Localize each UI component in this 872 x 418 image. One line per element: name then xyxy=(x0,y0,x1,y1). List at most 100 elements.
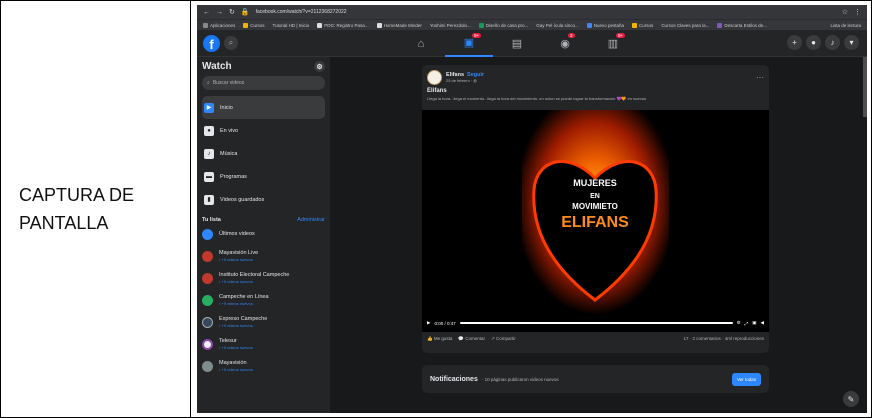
facebook-logo-icon[interactable]: f xyxy=(203,34,220,52)
search-icon[interactable]: ⌕ xyxy=(224,36,238,50)
bookmark-item[interactable]: Descarta Estilos de... xyxy=(717,22,767,28)
bookmark-item[interactable]: Cursos Claves para la... xyxy=(661,23,709,28)
sidebar-item-programas[interactable]: ▬ Programas xyxy=(202,165,325,188)
address-bar[interactable]: facebook.com/watch/?v=2112368272022 xyxy=(256,9,836,15)
pip-icon[interactable]: ▣ xyxy=(752,320,756,326)
caption-text: CAPTURA DE PANTALLA xyxy=(19,185,135,233)
post-date: 25 de febrero · ◍ xyxy=(446,78,477,83)
search-videos-input[interactable]: ⌕ Buscar videos xyxy=(202,76,325,90)
notification-badge: 9+ xyxy=(616,33,626,38)
bookmark-icon xyxy=(632,22,638,28)
bookmark-item[interactable]: Nuevo pestaña xyxy=(586,22,624,28)
manage-link[interactable]: Administrar xyxy=(297,217,325,223)
bookmark-item[interactable]: Diseño de casa pro... xyxy=(478,22,528,28)
play-icon[interactable]: ▶ xyxy=(427,320,430,326)
sidebar-item-inicio[interactable]: ▶ Inicio xyxy=(202,96,325,119)
sidebar-item-guardados[interactable]: ▮ Videos guardados xyxy=(202,188,325,211)
bookmark-item[interactable]: Aplicaciones xyxy=(203,22,235,28)
video-text-line1: MUJERES xyxy=(573,178,617,188)
comment-button[interactable]: 💬 Comentar xyxy=(458,336,485,342)
extensions-icon[interactable]: ⋮ xyxy=(854,8,861,16)
post-stats: 17 · 2 comentarios · 4ml reproducciones xyxy=(683,336,764,341)
caption-cell: CAPTURA DE PANTALLA xyxy=(1,1,191,417)
tab-gaming[interactable]: ▥ 9+ xyxy=(589,30,637,57)
main-nav: ⌂ ▣ 9+ ▤ ◉ 3 ▥ 9+ xyxy=(397,30,637,57)
post-title: Elifans xyxy=(427,88,447,94)
more-options-icon[interactable]: ··· xyxy=(756,73,764,82)
shows-icon: ▬ xyxy=(204,171,214,182)
notifications-card: Notificaciones · 10 páginas publicaron v… xyxy=(422,365,769,393)
fullscreen-icon[interactable]: ⤢ xyxy=(745,321,749,326)
gear-icon[interactable]: ⚙ xyxy=(737,320,741,326)
post-footer: 👍 Me gusta 💬 Comentar ↗ Compartir 17 · 2… xyxy=(427,336,764,342)
seek-bar[interactable] xyxy=(459,322,733,324)
reload-icon[interactable]: ↻ xyxy=(229,8,235,16)
forward-icon[interactable]: → xyxy=(216,9,223,16)
tab-marketplace[interactable]: ▤ xyxy=(493,30,541,57)
list-item[interactable]: Mayavisión Live • +9 videos nuevos xyxy=(202,245,325,267)
post-text: Llega la hora.. llega el momento.. llega… xyxy=(427,96,646,101)
star-icon[interactable]: ☆ xyxy=(842,8,848,16)
bookmark-icon xyxy=(243,22,249,28)
sidebar-item-en-vivo[interactable]: ● En vivo xyxy=(202,119,325,142)
bookmark-item[interactable]: HomeMade Minder xyxy=(376,22,422,28)
video-player[interactable]: MUJERES EN MOVIMIETO ELIFANS ▶ 0:00 / 0:… xyxy=(422,110,769,332)
document-table: CAPTURA DE PANTALLA ← → ↻ 🔒 facebook.com… xyxy=(0,0,872,418)
tab-groups[interactable]: ◉ 3 xyxy=(541,30,589,57)
chevron-down-icon[interactable]: ▾ xyxy=(844,35,859,50)
see-all-button[interactable]: Ver todas xyxy=(731,372,761,386)
video-post: Elifans Seguir 25 de febrero · ◍ ··· Elif… xyxy=(422,65,769,353)
bookmark-item[interactable]: Tutorial HD | Inicio xyxy=(273,23,310,28)
bookmark-icon xyxy=(717,22,723,28)
list-item[interactable]: Expreso Campeche • +9 videos nuevos xyxy=(202,311,325,333)
facebook-watch-screenshot: ← → ↻ 🔒 facebook.com/watch/?v=2112368272… xyxy=(197,5,867,413)
messenger-icon[interactable]: ● xyxy=(806,35,821,50)
post-header: Elifans Seguir 25 de febrero · ◍ ··· xyxy=(422,65,769,85)
play-icon: ▶ xyxy=(204,102,214,113)
bookmark-item[interactable]: Yoshimi Perezdolo... xyxy=(430,23,471,28)
browser-toolbar: ← → ↻ 🔒 facebook.com/watch/?v=2112368272… xyxy=(197,5,867,19)
create-icon[interactable]: + xyxy=(787,35,802,50)
avatar[interactable] xyxy=(427,70,442,85)
bookmarks-bar: Aplicaciones Cursos Tutorial HD | Inicio… xyxy=(197,19,867,30)
video-text-line3: MOVIMIETO xyxy=(572,202,618,211)
notifications-desc: · 10 páginas publicaron videos nuevos xyxy=(481,376,559,382)
list-item[interactable]: Instituto Electoral Campeche • +9 videos … xyxy=(202,267,325,289)
video-frame: MUJERES EN MOVIMIETO ELIFANS xyxy=(522,110,669,315)
edit-icon[interactable]: ✎ xyxy=(843,391,859,407)
sidebar-title: Watch xyxy=(202,61,232,72)
list-item[interactable]: Campeche en Línea • +9 videos nuevos xyxy=(202,289,325,311)
back-icon[interactable]: ← xyxy=(203,9,210,16)
like-button[interactable]: 👍 Me gusta xyxy=(427,336,452,342)
gear-icon[interactable]: ⚙ xyxy=(314,61,325,72)
facebook-header: f ⌕ ⌂ ▣ 9+ ▤ ◉ 3 ▥ 9+ + ● ♪ ▾ xyxy=(197,30,867,57)
notifications-title: Notificaciones xyxy=(430,375,478,383)
reading-list[interactable]: Lista de lectura xyxy=(830,23,861,28)
notification-badge: 3 xyxy=(568,33,575,38)
lock-icon: 🔒 xyxy=(240,9,250,16)
volume-icon[interactable]: ◀ xyxy=(761,320,764,326)
bookmark-item[interactable]: PDG: Registro Pasa... xyxy=(317,22,369,28)
screenshot-cell: ← → ↻ 🔒 facebook.com/watch/?v=2112368272… xyxy=(191,1,871,417)
video-time: 0:00 / 0:47 xyxy=(434,320,456,326)
bookmark-icon xyxy=(317,22,323,28)
tab-home[interactable]: ⌂ xyxy=(397,30,445,57)
tab-watch[interactable]: ▣ 9+ xyxy=(445,30,493,57)
apps-icon xyxy=(203,22,208,28)
list-item[interactable]: Últimos videos xyxy=(202,223,325,245)
bookmark-item[interactable]: Cursos xyxy=(243,22,265,28)
list-item[interactable]: Telesur • +9 videos nuevos xyxy=(202,333,325,355)
scrollbar[interactable] xyxy=(863,57,867,117)
video-controls: ▶ 0:00 / 0:47 ⚙ ⤢ ▣ ◀ xyxy=(422,318,769,328)
watch-feed: Elifans Seguir 25 de febrero · ◍ ··· Elif… xyxy=(330,57,867,413)
bookmark-item[interactable]: Cursos xyxy=(632,22,653,28)
sidebar-item-musica[interactable]: ♪ Música xyxy=(202,142,325,165)
bookmark-item[interactable]: Gay Pel·ícula sinco... xyxy=(536,23,579,28)
bookmark-icon: ▮ xyxy=(204,194,214,205)
sidebar-menu: ▶ Inicio ● En vivo ♪ Música ▬ Programas ▮ Vid… xyxy=(202,96,325,211)
avatar xyxy=(202,360,213,372)
share-button[interactable]: ↗ Compartir xyxy=(491,336,516,342)
bookmark-icon xyxy=(586,22,592,28)
list-item[interactable]: Mayavisión • +9 videos nuevos xyxy=(202,355,325,377)
bell-icon[interactable]: ♪ xyxy=(825,35,840,50)
